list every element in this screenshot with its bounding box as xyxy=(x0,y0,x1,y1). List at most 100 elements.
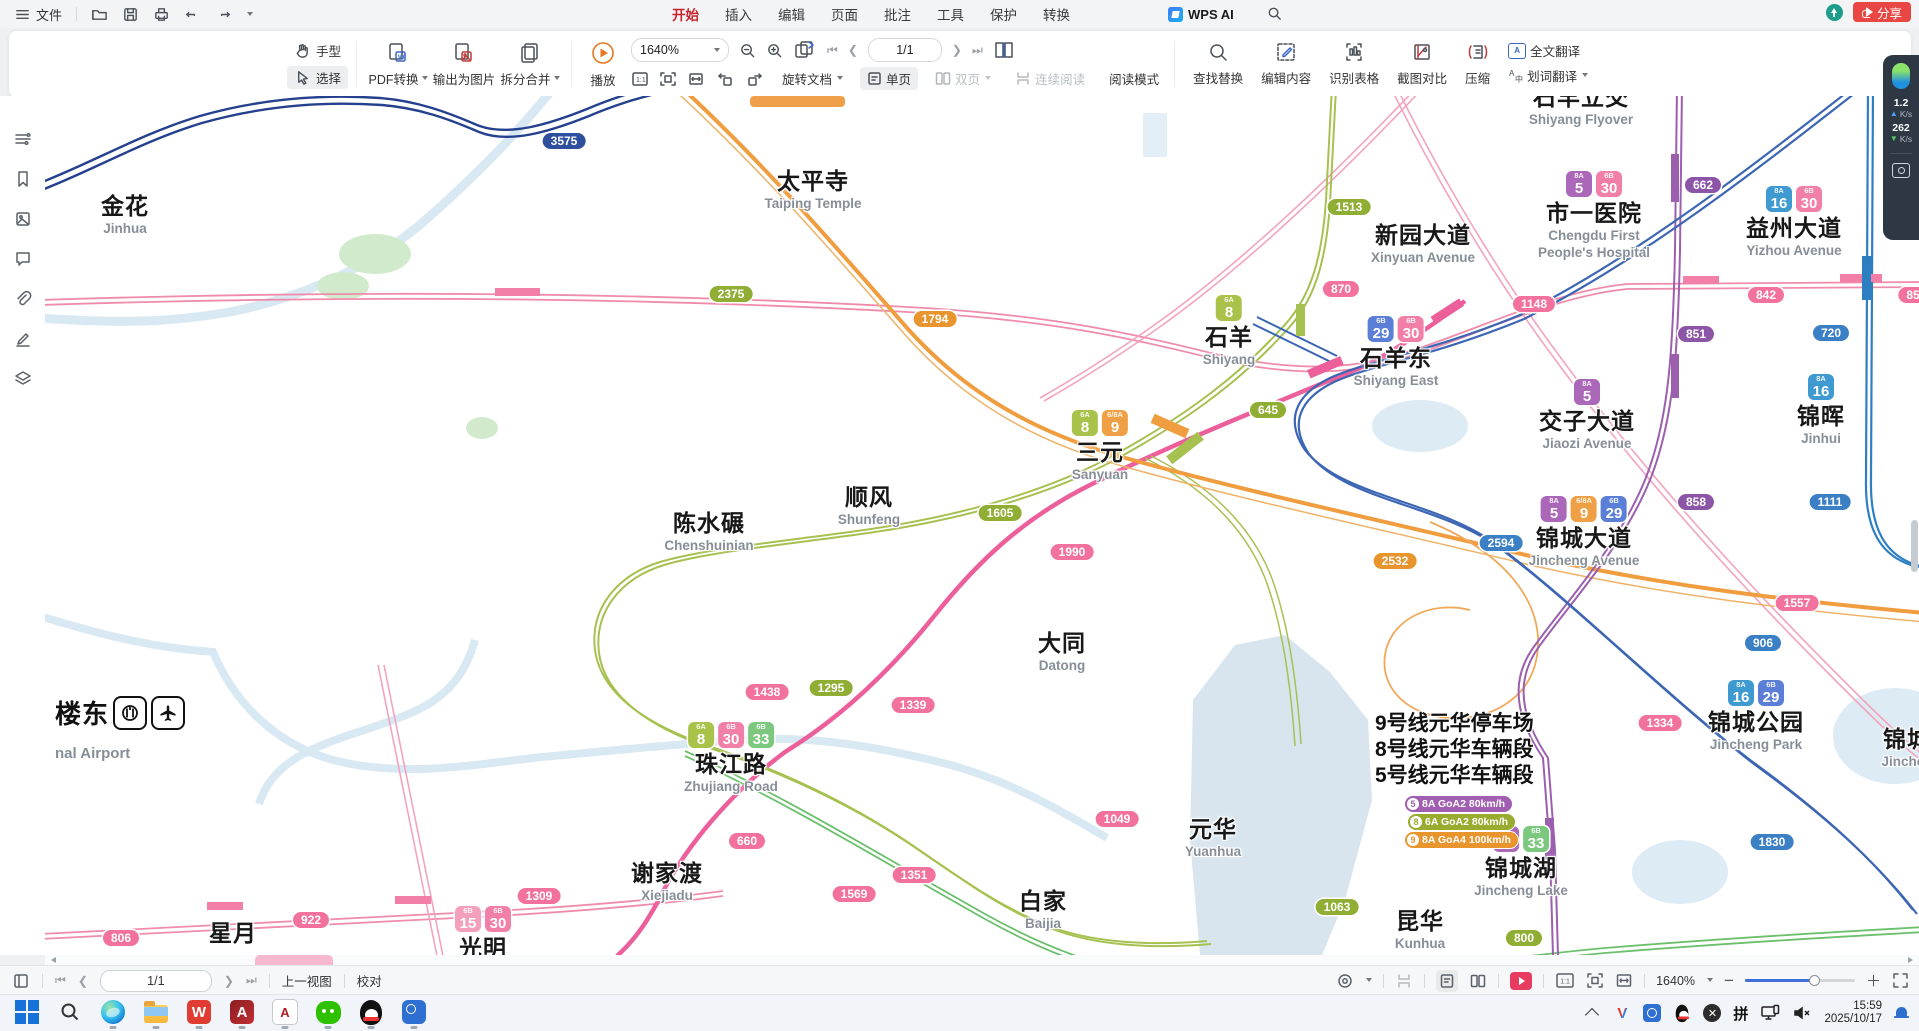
redo-icon[interactable] xyxy=(215,6,232,23)
fullscreen-icon[interactable] xyxy=(1892,972,1909,989)
read-mode-button[interactable]: 阅读模式 xyxy=(1102,67,1166,90)
find-replace-button[interactable]: 查找替换 xyxy=(1193,41,1243,87)
slideshow-play-button[interactable] xyxy=(1510,972,1532,990)
prev-view-button[interactable]: 上一视图 xyxy=(282,971,332,990)
fit-width-icon[interactable] xyxy=(687,71,705,87)
toc-settings-icon[interactable] xyxy=(14,130,32,148)
share-button[interactable]: 分享 xyxy=(1853,2,1911,22)
full-translate-button[interactable]: A 全文翻译 xyxy=(1508,41,1588,60)
play-button[interactable]: 播放 xyxy=(580,40,626,89)
wps-ai-button[interactable]: WPS AI xyxy=(1168,4,1234,24)
first-page-button[interactable]: ⏮ xyxy=(55,973,66,988)
page-indicator[interactable]: 1/1 xyxy=(868,38,942,62)
vertical-scrollbar-thumb[interactable] xyxy=(1911,520,1918,572)
print-icon[interactable] xyxy=(153,6,170,23)
tab-工具[interactable]: 工具 xyxy=(937,4,964,24)
zoom-value[interactable]: 1640% xyxy=(1656,974,1695,988)
tab-批注[interactable]: 批注 xyxy=(884,4,911,24)
actual-size-icon[interactable]: 1:1 xyxy=(1555,972,1575,989)
fit-page-icon[interactable] xyxy=(659,71,677,87)
pdf-convert-button[interactable]: W PDF转换 xyxy=(365,41,431,88)
panel-toggle-icon[interactable] xyxy=(12,972,30,990)
zoom-in-icon[interactable] xyxy=(766,42,783,59)
tray-nav-app-icon[interactable] xyxy=(1643,1004,1661,1022)
start-button[interactable] xyxy=(14,999,40,1025)
next-page-button[interactable]: ❯ xyxy=(952,43,962,57)
rotate-left-icon[interactable] xyxy=(715,71,735,87)
horizontal-scrollbar[interactable] xyxy=(45,955,1919,965)
thumbnail-icon[interactable] xyxy=(14,210,32,228)
taskbar-search-button[interactable] xyxy=(57,999,83,1025)
hand-tool-button[interactable]: 手型 xyxy=(287,39,348,62)
autocad-2010-button[interactable]: A xyxy=(272,999,298,1025)
display-cast-icon[interactable] xyxy=(1760,1004,1780,1022)
prev-page-button[interactable]: ❮ xyxy=(78,974,88,988)
more-actions-chevron[interactable] xyxy=(246,11,253,18)
qq-button[interactable] xyxy=(358,999,384,1025)
tab-插入[interactable]: 插入 xyxy=(725,4,752,24)
zoom-slider[interactable] xyxy=(1745,979,1855,982)
rotate-right-icon[interactable] xyxy=(745,71,765,87)
undo-icon[interactable] xyxy=(184,6,201,23)
tab-保护[interactable]: 保护 xyxy=(990,4,1017,24)
zoom-out-icon[interactable] xyxy=(739,42,756,59)
tab-开始[interactable]: 开始 xyxy=(672,4,699,24)
tray-close-app-icon[interactable]: ✕ xyxy=(1703,1004,1721,1022)
next-page-button[interactable]: ❯ xyxy=(224,974,234,988)
accelerator-ball-icon[interactable] xyxy=(1892,63,1910,89)
split-merge-button[interactable]: 拆分合并 xyxy=(497,41,563,88)
tab-转换[interactable]: 转换 xyxy=(1043,4,1070,24)
select-tool-button[interactable]: 选择 xyxy=(287,66,348,89)
layers-icon[interactable] xyxy=(14,370,32,388)
pdf-page-metro-map[interactable]: 楼东 nal Airport 9号线元华停车场8号线元华车辆段5号线元华车辆段 … xyxy=(45,96,1919,955)
screenshot-tool-icon[interactable] xyxy=(1892,163,1910,178)
scroll-left-arrow-icon[interactable] xyxy=(51,957,56,963)
page-organize-icon[interactable] xyxy=(793,40,817,60)
autocad-button[interactable]: A xyxy=(229,999,255,1025)
comment-icon[interactable] xyxy=(14,250,32,268)
continuous-read-icon[interactable] xyxy=(1395,972,1413,990)
export-image-button[interactable]: 输出为图片 xyxy=(431,41,497,88)
tray-qq-icon[interactable] xyxy=(1676,1007,1689,1020)
edit-content-button[interactable]: 编辑内容 xyxy=(1261,41,1311,87)
fit-width-icon[interactable] xyxy=(1615,972,1633,989)
file-menu[interactable]: 文件 xyxy=(14,5,62,24)
first-page-button[interactable]: ⏮ xyxy=(827,43,838,58)
rotate-doc-button[interactable]: 旋转文档 xyxy=(775,67,850,90)
proofread-button[interactable]: 校对 xyxy=(357,971,382,990)
word-translate-button[interactable]: A中 划词翻译 xyxy=(1508,66,1588,85)
screenshot-compare-button[interactable]: 截图对比 xyxy=(1397,41,1447,87)
nav-app-button[interactable] xyxy=(401,999,427,1025)
page-indicator[interactable]: 1/1 xyxy=(100,970,212,992)
zoom-in-button[interactable]: ＋ xyxy=(1866,970,1881,991)
member-upgrade-icon[interactable] xyxy=(1826,4,1843,21)
continuous-read-button[interactable]: 连续阅读 xyxy=(1008,67,1092,90)
prev-page-button[interactable]: ❮ xyxy=(848,43,858,57)
notification-bell-icon[interactable] xyxy=(1894,1006,1909,1021)
annotate-pen-icon[interactable] xyxy=(14,330,32,348)
zoom-select[interactable]: 1640% xyxy=(631,38,729,62)
tab-编辑[interactable]: 编辑 xyxy=(778,4,805,24)
last-page-button[interactable]: ⏭ xyxy=(972,43,983,58)
scroll-right-arrow-icon[interactable] xyxy=(1908,957,1913,963)
net-speed-widget[interactable]: 1.2 ▲K/s 262 ▼K/s xyxy=(1883,55,1919,240)
tab-页面[interactable]: 页面 xyxy=(831,4,858,24)
volume-muted-icon[interactable] xyxy=(1792,1004,1812,1022)
single-page-button[interactable] xyxy=(1436,970,1458,992)
last-page-button[interactable]: ⏭ xyxy=(246,973,257,988)
search-icon[interactable] xyxy=(1266,5,1283,22)
tray-expand-chevron[interactable] xyxy=(1583,1004,1601,1022)
zoom-slider-knob[interactable] xyxy=(1809,975,1820,986)
edge-browser-button[interactable] xyxy=(100,999,126,1025)
fit-page-icon[interactable] xyxy=(1586,972,1604,989)
double-page-button[interactable] xyxy=(1469,972,1487,990)
attachment-icon[interactable] xyxy=(14,290,32,308)
zoom-out-button[interactable]: − xyxy=(1724,971,1734,991)
compress-button[interactable]: 压缩 xyxy=(1465,41,1490,87)
tray-v-app-icon[interactable]: V xyxy=(1613,1004,1631,1022)
ime-indicator[interactable]: 拼 xyxy=(1733,1003,1748,1024)
file-explorer-button[interactable] xyxy=(143,999,169,1025)
view-options-icon[interactable] xyxy=(1336,972,1354,990)
table-ocr-button[interactable]: 识别表格 xyxy=(1329,41,1379,87)
bookmark-icon[interactable] xyxy=(14,170,32,188)
